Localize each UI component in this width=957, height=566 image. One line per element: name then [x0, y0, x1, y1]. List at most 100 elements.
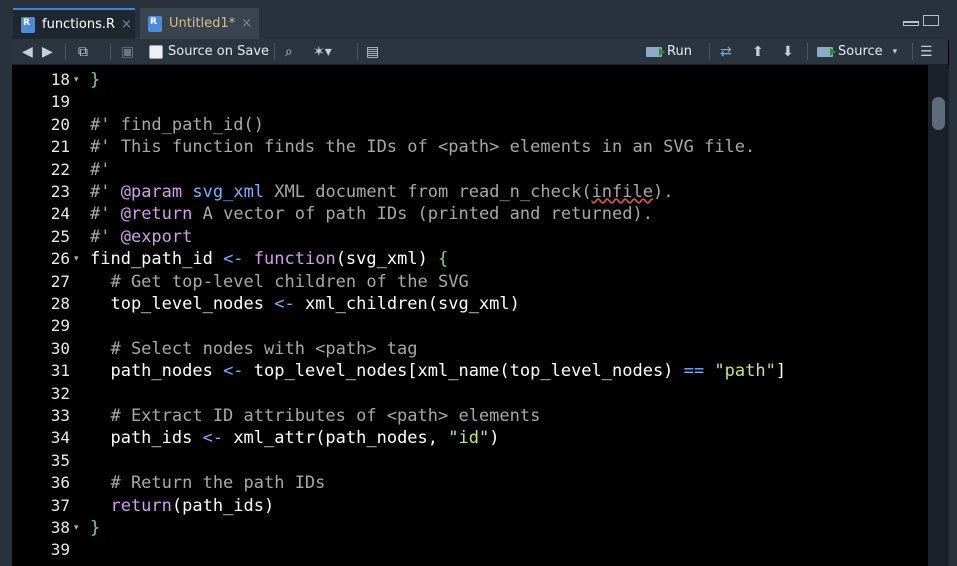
search-icon[interactable]: ⌕ — [285, 43, 293, 60]
code-token: @param — [120, 182, 183, 202]
code-token: # Extract ID attributes of <path> elemen… — [90, 406, 541, 426]
code-token: { — [438, 249, 449, 270]
code-line[interactable]: # Extract ID attributes of <path> elemen… — [90, 405, 540, 427]
code-token: #' — [90, 159, 111, 180]
code-token: <- — [274, 294, 295, 314]
code-line[interactable]: } — [90, 517, 100, 539]
code-area[interactable]: } #' find_path_id() #' This function finds… — [86, 65, 928, 566]
code-token: find_path_id — [90, 249, 224, 270]
code-line[interactable]: # Return the path IDs — [90, 472, 325, 494]
line-number: 25 — [50, 226, 70, 246]
code-line[interactable]: #' This function finds the IDs of <path>… — [90, 136, 755, 158]
minimize-pane-button[interactable] — [903, 21, 919, 26]
scrollbar-thumb[interactable] — [932, 97, 945, 130]
code-token: #' This function finds the IDs of <path>… — [90, 137, 756, 158]
go-down-arrow-icon[interactable]: ⬇ — [782, 43, 794, 60]
line-number: 30 — [50, 338, 70, 358]
line-number: 33 — [50, 406, 70, 425]
show-in-window-icon[interactable]: ⧉ — [78, 43, 88, 60]
code-token: == — [683, 361, 705, 382]
r-file-icon — [148, 15, 162, 32]
code-token: A vector of path IDs (printed and return… — [192, 204, 653, 225]
code-editor[interactable]: 18 ▾ 19 20 21 22 23 24 25 26 ▾ 27 28 29 30 31 32 33 34 35 36… — [12, 65, 928, 566]
line-number: 19 — [50, 92, 70, 112]
run-button[interactable]: Run — [646, 43, 692, 60]
code-token: <- — [223, 361, 244, 382]
fold-toggle-icon[interactable]: ▾ — [74, 248, 79, 270]
line-number: 31 — [50, 361, 70, 381]
back-arrow-icon[interactable]: ◀ — [22, 43, 33, 60]
line-number: 26 — [50, 249, 70, 269]
checkbox[interactable] — [149, 44, 163, 59]
code-token: top_level_nodes — [90, 294, 275, 314]
tab-untitled1[interactable]: Untitled1* × — [140, 8, 259, 39]
line-number: 37 — [50, 495, 70, 515]
code-line[interactable]: } — [90, 69, 100, 91]
code-line[interactable]: path_nodes <- top_level_nodes[xml_name(t… — [90, 360, 786, 382]
line-number-gutter: 18 ▾ 19 20 21 22 23 24 25 26 ▾ 27 28 29 30 31 32 33 34 35 36… — [12, 65, 86, 566]
chevron-down-icon[interactable]: ▾ — [893, 47, 898, 57]
code-token: @export — [120, 226, 193, 247]
line-number: 28 — [50, 294, 70, 313]
code-token: <- — [223, 249, 244, 270]
rerun-icon[interactable]: ⇄ — [720, 43, 732, 60]
code-token: #' — [90, 204, 121, 225]
code-line[interactable]: #' find_path_id() — [90, 114, 264, 136]
code-token: ). — [652, 182, 674, 202]
code-token: ] — [775, 361, 787, 382]
go-up-arrow-icon[interactable]: ⬆ — [752, 43, 764, 60]
code-line[interactable]: return(path_ids) — [90, 495, 274, 517]
source-label: Source — [838, 44, 883, 59]
maximize-pane-button[interactable] — [923, 15, 939, 26]
line-number: 34 — [50, 428, 70, 448]
code-line[interactable]: # Select nodes with <path> tag — [90, 338, 418, 360]
forward-arrow-icon[interactable]: ▶ — [42, 43, 53, 60]
code-token: infile — [591, 182, 653, 202]
code-token: top_level_nodes[xml_name(top_level_nodes… — [243, 361, 684, 382]
document-outline-icon[interactable]: ☰ — [920, 43, 933, 60]
code-token: xml_attr(path_nodes, — [223, 428, 449, 449]
code-token: # Return the path IDs — [90, 473, 326, 494]
code-token: #' — [90, 226, 121, 247]
run-icon — [646, 46, 665, 57]
line-number: 20 — [50, 114, 70, 134]
code-token: path_ids — [90, 428, 203, 449]
close-icon[interactable]: × — [241, 16, 252, 31]
close-icon[interactable]: × — [121, 17, 132, 32]
code-line[interactable]: #' @param svg_xml XML document from read… — [90, 181, 673, 203]
line-number: 18 — [50, 70, 70, 89]
magic-wand-icon[interactable]: ✶▾ — [313, 43, 332, 60]
line-number: 21 — [50, 137, 70, 157]
code-line[interactable]: #' — [90, 159, 110, 181]
code-token: path_nodes — [90, 361, 224, 382]
source-icon — [817, 46, 836, 57]
code-token: (path_ids) — [171, 495, 275, 516]
source-button[interactable]: Source ▾ — [817, 43, 897, 60]
code-line[interactable]: find_path_id <- function(svg_xml) { — [90, 248, 448, 270]
code-line[interactable]: path_ids <- xml_attr(path_nodes, "id") — [90, 427, 499, 449]
code-token: function — [253, 249, 336, 270]
source-on-save-toggle[interactable]: Source on Save — [149, 43, 269, 60]
line-number: 39 — [50, 540, 70, 560]
tab-functions-r[interactable]: functions.R × — [13, 8, 135, 39]
code-line[interactable]: # Get top-level children of the SVG — [90, 271, 468, 293]
code-line[interactable]: #' @export — [90, 226, 192, 248]
code-line[interactable]: #' @return A vector of path IDs (printed… — [90, 203, 653, 225]
code-token: # Select nodes with <path> tag — [90, 338, 418, 359]
code-token: } — [90, 70, 101, 90]
fold-toggle-icon[interactable]: ▾ — [74, 517, 79, 539]
r-file-icon — [21, 16, 35, 33]
line-number: 29 — [50, 316, 70, 336]
line-number: 23 — [50, 182, 70, 201]
code-token: (svg_xml) — [335, 249, 439, 270]
editor-tab-bar: functions.R × Untitled1* × — [0, 0, 957, 40]
code-token: ) — [489, 428, 500, 449]
code-token: @return — [120, 204, 193, 225]
code-line[interactable]: top_level_nodes <- xml_children(svg_xml) — [90, 293, 519, 315]
vertical-scrollbar[interactable] — [928, 65, 949, 566]
tab-label: functions.R — [42, 17, 116, 32]
save-icon[interactable]: ▣ — [121, 43, 134, 60]
compile-report-icon[interactable]: ▤ — [366, 43, 379, 60]
fold-toggle-icon[interactable]: ▾ — [74, 69, 79, 91]
